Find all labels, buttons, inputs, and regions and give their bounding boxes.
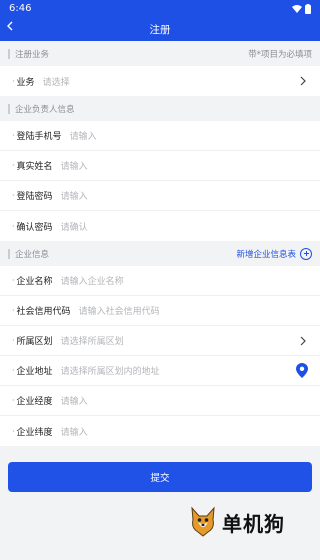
- field-label: 登陆密码: [16, 192, 53, 202]
- field-label: 企业经度: [16, 397, 53, 407]
- field-label: 企业纬度: [16, 427, 53, 438]
- person-section: · 登陆手机号 请输入 · 真实姓名 请输入 · 登陆密码 请输入 · 确认密码…: [0, 121, 320, 241]
- chevron-right-icon: [300, 336, 306, 346]
- confirm-password-field[interactable]: · 确认密码 请确认: [0, 211, 320, 241]
- section-bar: [8, 248, 10, 259]
- section-title: 企业信息: [15, 249, 50, 260]
- field-placeholder: 请输入: [60, 397, 88, 407]
- section-title: 企业负责人信息: [15, 104, 75, 115]
- required-marker: ·: [12, 221, 15, 231]
- back-icon[interactable]: [6, 20, 20, 36]
- section-bar: [8, 103, 10, 114]
- chevron-right-icon: [300, 76, 306, 86]
- field-placeholder: 请输入企业名称: [60, 277, 124, 287]
- section-bar: [8, 48, 10, 59]
- status-icons: [292, 3, 311, 14]
- status-bar: 6:46: [0, 0, 320, 17]
- phone-field[interactable]: · 登陆手机号 请输入: [0, 121, 320, 151]
- submit-button[interactable]: 提交: [8, 462, 312, 492]
- longitude-field[interactable]: · 企业经度 请输入: [0, 386, 320, 416]
- section-person-header: 企业负责人信息: [0, 96, 320, 121]
- field-placeholder: 请输入: [60, 427, 88, 438]
- business-section: · 业务 请选择: [0, 66, 320, 96]
- required-note: 带*项目为必填项: [248, 49, 312, 60]
- required-marker: ·: [12, 76, 15, 86]
- business-select[interactable]: · 业务 请选择: [0, 66, 320, 96]
- field-label: 登陆手机号: [16, 132, 62, 142]
- field-placeholder: 请选择所属区划内的地址: [60, 367, 160, 377]
- field-label: 企业名称: [16, 277, 53, 287]
- field-label: 确认密码: [16, 222, 53, 233]
- required-marker: ·: [12, 191, 15, 200]
- required-marker: ·: [12, 366, 15, 375]
- section-company-header: 企业信息 新增企业信息表: [0, 241, 320, 266]
- watermark-text: 单机狗: [222, 511, 285, 536]
- password-field[interactable]: · 登陆密码 请输入: [0, 181, 320, 211]
- section-business-header: 注册业务 带*项目为必填项: [0, 41, 320, 66]
- latitude-field[interactable]: · 企业纬度 请输入: [0, 416, 320, 446]
- plus-circle-icon: [300, 247, 312, 260]
- add-company-info-button[interactable]: 新增企业信息表: [236, 247, 312, 260]
- watermark: 单机狗: [188, 506, 285, 538]
- field-placeholder: 请输入: [69, 132, 97, 142]
- wifi-icon: [292, 4, 302, 13]
- location-pin-icon[interactable]: [296, 363, 308, 378]
- nav-bar: 注册: [0, 17, 320, 41]
- field-placeholder: 请确认: [60, 222, 88, 233]
- field-placeholder: 请输入: [60, 162, 88, 172]
- required-marker: ·: [12, 161, 15, 170]
- status-time: 6:46: [9, 3, 32, 14]
- field-label: 所属区划: [16, 337, 53, 347]
- company-name-field[interactable]: · 企业名称 请输入企业名称: [0, 266, 320, 296]
- field-placeholder: 请选择: [42, 77, 70, 88]
- required-marker: ·: [12, 131, 15, 140]
- field-label: 社会信用代码: [16, 307, 71, 317]
- address-field[interactable]: · 企业地址 请选择所属区划内的地址: [0, 356, 320, 386]
- field-label: 业务: [16, 77, 35, 88]
- real-name-field[interactable]: · 真实姓名 请输入: [0, 151, 320, 181]
- required-marker: ·: [12, 396, 15, 405]
- field-placeholder: 请输入社会信用代码: [78, 307, 160, 317]
- add-company-info-label: 新增企业信息表: [236, 249, 296, 260]
- field-label: 企业地址: [16, 367, 53, 377]
- battery-icon: [305, 3, 311, 14]
- required-marker: ·: [12, 426, 15, 436]
- region-select[interactable]: · 所属区划 请选择所属区划: [0, 326, 320, 356]
- field-placeholder: 请输入: [60, 192, 88, 202]
- required-marker: ·: [12, 306, 15, 315]
- dog-logo-icon: [191, 506, 215, 537]
- page-title: 注册: [149, 23, 171, 36]
- required-marker: ·: [12, 276, 15, 285]
- credit-code-field[interactable]: · 社会信用代码 请输入社会信用代码: [0, 296, 320, 326]
- field-label: 真实姓名: [16, 162, 53, 172]
- section-title: 注册业务: [15, 49, 50, 60]
- required-marker: ·: [12, 336, 15, 345]
- field-placeholder: 请选择所属区划: [60, 337, 124, 347]
- company-section: · 企业名称 请输入企业名称 · 社会信用代码 请输入社会信用代码 · 所属区划…: [0, 266, 320, 446]
